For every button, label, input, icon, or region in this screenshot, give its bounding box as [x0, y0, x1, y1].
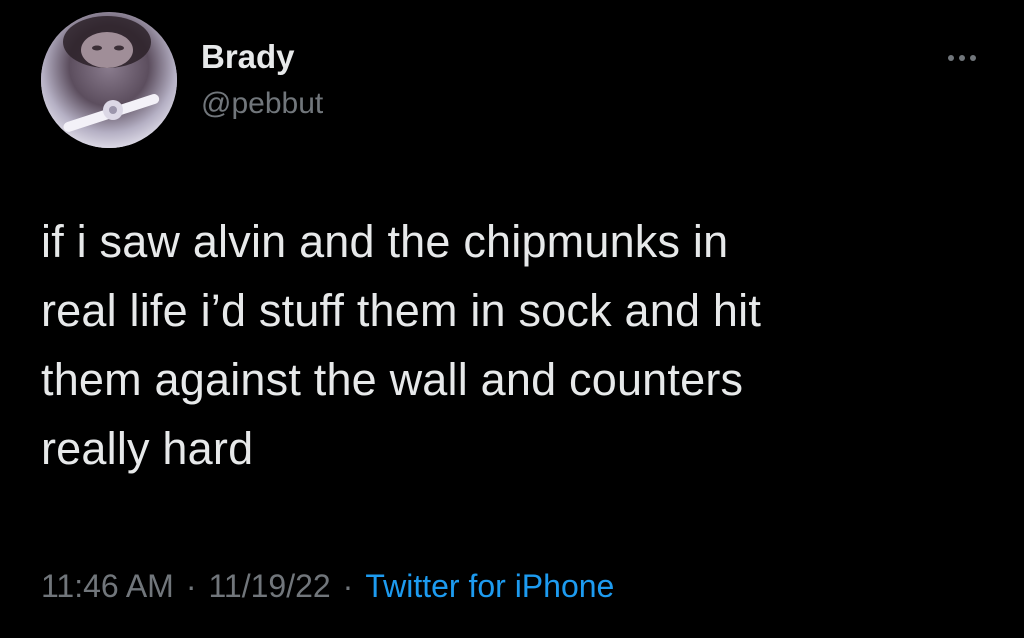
display-name[interactable]: Brady [201, 34, 295, 80]
tweet-source-link[interactable]: Twitter for iPhone [365, 568, 614, 604]
avatar[interactable] [41, 12, 177, 148]
tweet-card: Brady @pebbut if i saw alvin and the chi… [0, 0, 1024, 638]
tweet-time[interactable]: 11:46 AM [41, 568, 174, 604]
tweet-date[interactable]: 11/19/22 [208, 568, 330, 604]
profile-photo-icon [41, 12, 177, 148]
ellipsis-icon [948, 55, 976, 61]
more-options-button[interactable] [939, 38, 985, 78]
tweet-text: if i saw alvin and the chipmunks in real… [41, 216, 762, 474]
user-handle[interactable]: @pebbut [201, 83, 323, 125]
separator-dot: · [342, 568, 354, 604]
tweet-metadata: 11:46 AM · 11/19/22 · Twitter for iPhone [41, 558, 614, 614]
separator-dot: · [185, 568, 197, 604]
